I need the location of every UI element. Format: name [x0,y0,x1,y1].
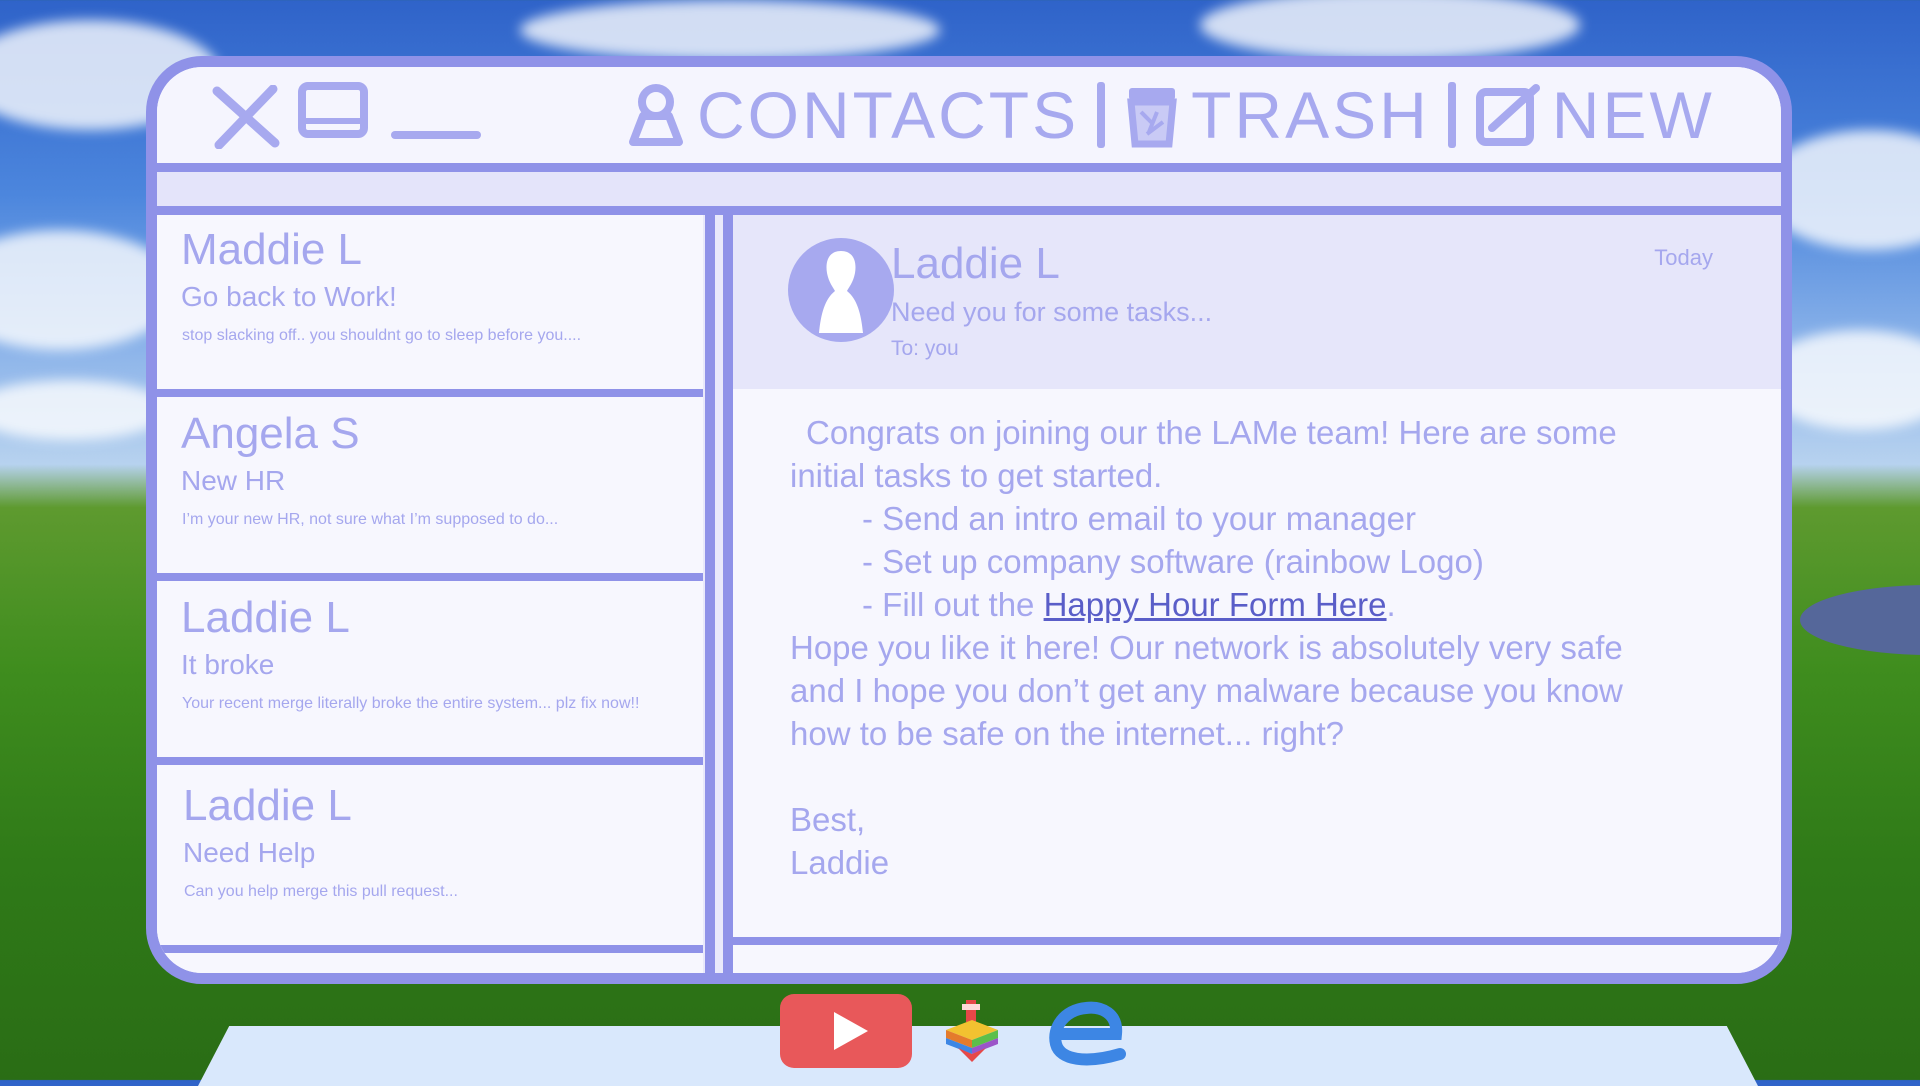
title-bar: CONTACTS TRASH NEW [157,67,1781,163]
task-item: - Fill out the Happy Hour Form Here. [790,583,1690,626]
inbox-item-sender: Laddie L [183,781,352,830]
reading-pane: Laddie L Need you for some tasks... To: … [733,215,1781,973]
nav-separator [1447,82,1456,148]
inbox-divider [157,945,703,953]
nav-trash[interactable]: TRASH [1123,82,1430,148]
nav-trash-label: TRASH [1191,78,1430,152]
trash-icon [1127,88,1177,148]
inbox-item-subject: It broke [181,649,275,680]
inbox-item-subject: Go back to Work! [181,281,397,312]
rainbow-logo-icon[interactable] [942,996,1002,1064]
inbox-item-sender: Maddie L [181,225,363,274]
inbox-divider [157,757,703,765]
inbox-item-maddie[interactable]: Maddie L Go back to Work! stop slacking … [157,215,703,385]
task-item: - Send an intro email to your manager [862,500,1416,537]
inbox-item-laddie-broke[interactable]: Laddie L It broke Your recent merge lite… [157,583,703,753]
nav-separator [1097,82,1106,148]
inbox-item-laddie-help[interactable]: Laddie L Need Help Can you help merge th… [157,771,703,941]
nav-new-label: NEW [1551,78,1715,152]
task-item-text: - Fill out the [862,586,1044,623]
signoff-line: Best, [790,801,866,838]
body-line: Congrats on joining our the LAMe team! H… [806,414,1617,451]
person-icon [629,84,683,146]
compose-icon [1475,84,1540,146]
inbox-item-preview: Can you help merge this pull request... [184,883,458,900]
nav-new[interactable]: NEW [1474,82,1715,148]
avatar [788,238,894,342]
inbox-item-angela[interactable]: Angela S New HR I’m your new HR, not sur… [157,399,703,569]
task-item-text: . [1386,586,1396,623]
signoff-line: Laddie [790,844,890,881]
minimize-icon[interactable] [391,127,481,143]
body-line: and I hope you don’t get any malware bec… [790,672,1623,709]
inbox-item-sender: Laddie L [181,593,350,642]
inbox-item-preview: Your recent merge literally broke the en… [182,695,640,712]
search-bar[interactable] [157,163,1781,215]
column-splitter-line [723,215,733,973]
body-line: Hope you like it here! Our network is ab… [790,629,1623,666]
message-sender: Laddie L [891,239,1060,288]
body-line: initial tasks to get started. [790,457,1163,494]
inbox-item-subject: New HR [181,465,286,496]
maximize-icon[interactable] [297,81,371,141]
inbox-list: Maddie L Go back to Work! stop slacking … [157,215,703,973]
message-recipient: To: you [891,337,959,360]
message-date: Today [1654,245,1713,270]
nav-contacts[interactable]: CONTACTS [625,82,1079,148]
email-client-window: CONTACTS TRASH NEW Maddie L Go back to W… [146,56,1792,984]
browser-e-icon[interactable] [1046,1000,1132,1066]
close-icon[interactable] [211,85,281,149]
reading-pane-footer-rule [733,937,1781,945]
column-splitter-line [705,215,715,973]
happy-hour-form-link[interactable]: Happy Hour Form Here [1044,586,1387,623]
youtube-icon[interactable] [778,992,914,1070]
inbox-divider [157,573,703,581]
message-body: Congrats on joining our the LAMe team! H… [790,411,1690,884]
message-header: Laddie L Need you for some tasks... To: … [733,215,1781,389]
main-nav: CONTACTS TRASH NEW [625,67,1715,163]
task-item: - Set up company software (rainbow Logo) [862,543,1484,580]
body-line: how to be safe on the internet... right? [790,715,1345,752]
inbox-item-preview: I’m your new HR, not sure what I’m suppo… [182,511,559,528]
inbox-divider [157,389,703,397]
message-subject: Need you for some tasks... [891,297,1213,327]
inbox-item-preview: stop slacking off.. you shouldnt go to s… [182,327,582,344]
inbox-item-sender: Angela S [181,409,360,458]
body-spacer [790,755,1690,798]
inbox-item-subject: Need Help [183,837,316,868]
nav-contacts-label: CONTACTS [697,78,1080,152]
